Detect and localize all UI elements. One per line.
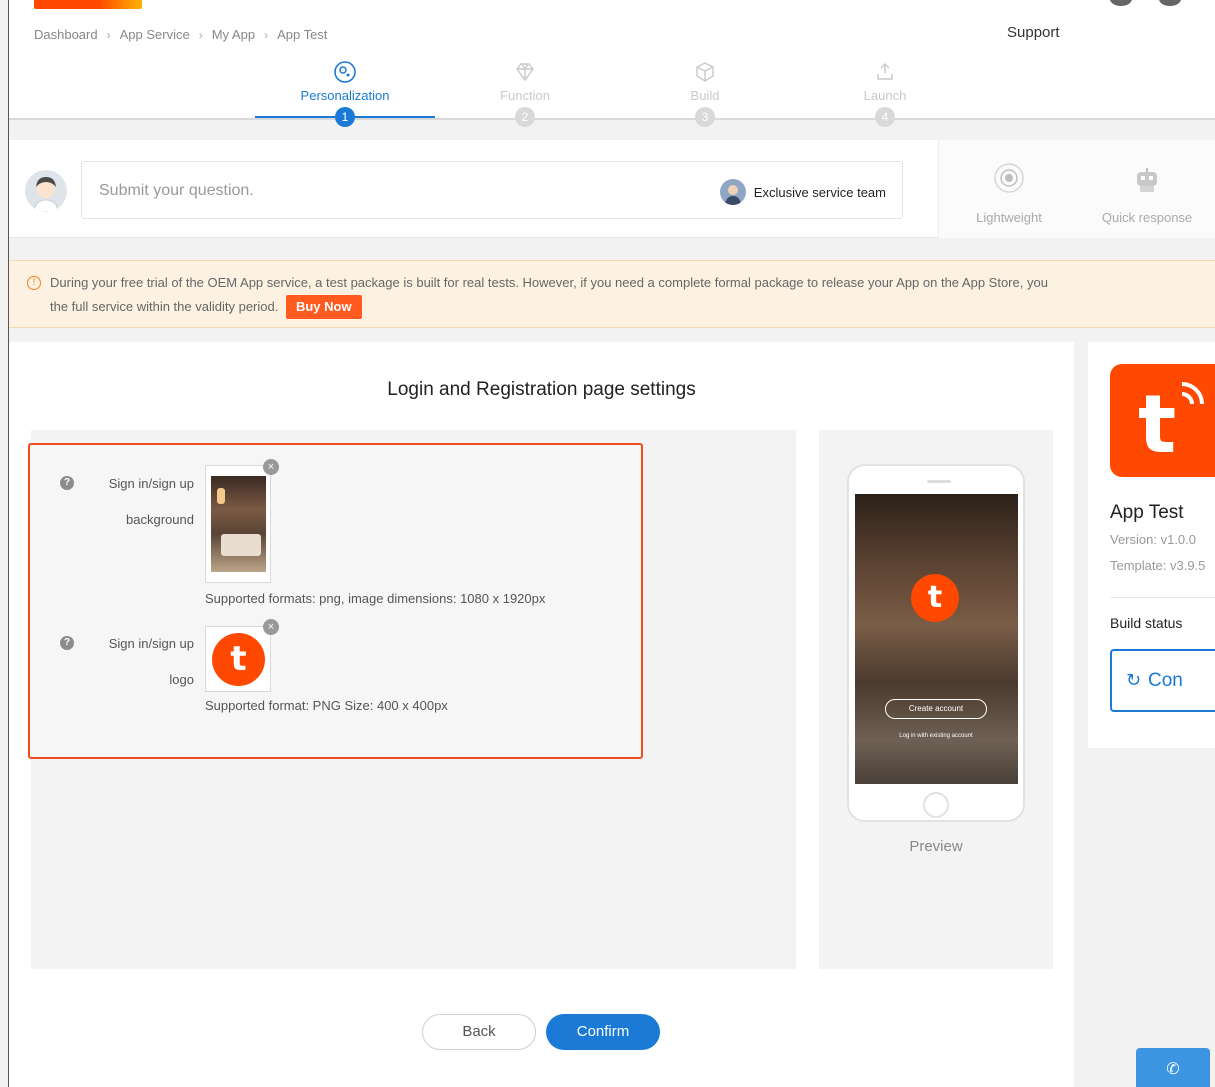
- warning-icon: !: [27, 276, 41, 290]
- step-label: Function: [500, 88, 550, 103]
- robot-icon: [1127, 160, 1167, 200]
- continue-build-button[interactable]: ↻ Con: [1110, 649, 1215, 712]
- step-number: 4: [875, 107, 895, 127]
- notice-line-1: During your free trial of the OEM App se…: [50, 275, 1048, 290]
- contact-support-button[interactable]: ✆: [1136, 1048, 1210, 1087]
- confirm-button[interactable]: Confirm: [546, 1014, 660, 1050]
- logo-image-upload[interactable]: t: [205, 626, 271, 692]
- question-placeholder: Submit your question.: [99, 182, 254, 199]
- step-number: 2: [515, 107, 535, 127]
- brand-logo[interactable]: [34, 0, 142, 9]
- build-status-label: Build status: [1110, 615, 1183, 631]
- app-template: Template: v3.9.5: [1110, 558, 1206, 573]
- exclusive-service-link[interactable]: Exclusive service team: [719, 179, 886, 205]
- thumbnail-lamp: [217, 488, 225, 504]
- background-image-upload[interactable]: [205, 465, 271, 583]
- breadcrumb-dashboard[interactable]: Dashboard: [34, 27, 98, 42]
- breadcrumb-current: App Test: [277, 27, 328, 42]
- step-number: 1: [335, 107, 355, 127]
- feature-lightweight: Lightweight: [949, 160, 1069, 225]
- buy-now-button[interactable]: Buy Now: [285, 295, 362, 319]
- breadcrumb-app-service[interactable]: App Service: [120, 27, 190, 42]
- chevron-right-icon: ›: [198, 27, 203, 42]
- upload-icon: [873, 60, 897, 84]
- app-info-sidebar: t App Test Version: v1.0.0 Template: v3.…: [1088, 342, 1215, 748]
- breadcrumb: Dashboard › App Service › My App › App T…: [34, 27, 327, 42]
- box-icon: [693, 60, 717, 84]
- chevron-right-icon: ›: [264, 27, 269, 42]
- background-hint: Supported formats: png, image dimensions…: [205, 591, 546, 606]
- login-settings-group: ? Sign in/sign up background × Supported…: [28, 443, 643, 759]
- exclusive-service-label: Exclusive service team: [753, 184, 886, 200]
- preview-panel: t Create account Log in with existing ac…: [819, 430, 1053, 969]
- support-link[interactable]: Support: [1007, 24, 1060, 41]
- logo-hint: Supported format: PNG Size: 400 x 400px: [205, 698, 448, 713]
- background-label-1: Sign in/sign up: [108, 476, 194, 491]
- step-function[interactable]: Function 2: [435, 52, 615, 127]
- target-icon: [989, 160, 1029, 200]
- step-launch[interactable]: Launch 4: [795, 52, 975, 127]
- preview-create-account: Create account: [885, 699, 987, 719]
- preview-screen: t Create account Log in with existing ac…: [855, 494, 1018, 784]
- background-image-thumbnail: [211, 476, 266, 572]
- step-personalization[interactable]: Personalization 1: [255, 52, 435, 127]
- phone-mockup: t Create account Log in with existing ac…: [847, 464, 1025, 822]
- diamond-icon: [513, 60, 537, 84]
- preview-login-text: Log in with existing account: [899, 733, 973, 739]
- step-number: 3: [695, 107, 715, 127]
- svg-text:t: t: [1138, 378, 1176, 471]
- continue-build-label: Con: [1148, 670, 1183, 691]
- logo-label-2: logo: [169, 672, 194, 687]
- trial-notice: ! During your free trial of the OEM App …: [9, 260, 1215, 328]
- help-icon[interactable]: ?: [60, 476, 74, 490]
- phone-chat-icon: ✆: [1166, 1061, 1180, 1078]
- chevron-right-icon: ›: [106, 27, 111, 42]
- app-name: App Test: [1110, 502, 1184, 523]
- step-label: Build: [690, 88, 720, 103]
- feature-quick-response: Quick response: [1087, 160, 1207, 225]
- question-input[interactable]: Submit your question. Exclusive service …: [81, 161, 903, 219]
- app-logo: t: [1110, 364, 1215, 477]
- main-panel: Login and Registration page settings ? S…: [9, 342, 1074, 1087]
- divider: [1110, 597, 1215, 598]
- preview-label: Preview: [909, 838, 963, 855]
- palette-icon: [333, 60, 357, 84]
- background-label-2: background: [126, 512, 194, 527]
- step-label: Personalization: [300, 88, 390, 103]
- step-build[interactable]: Build 3: [615, 52, 795, 127]
- phone-speaker: [927, 480, 951, 483]
- feature-label: Quick response: [1101, 210, 1193, 225]
- refresh-icon: ↻: [1126, 670, 1142, 690]
- back-button[interactable]: Back: [422, 1014, 536, 1050]
- support-avatar: [25, 170, 67, 212]
- logo-label-1: Sign in/sign up: [108, 636, 194, 651]
- help-icon[interactable]: ?: [60, 636, 74, 650]
- remove-background-icon[interactable]: ×: [263, 459, 279, 475]
- step-label: Launch: [863, 88, 907, 103]
- agent-avatar: [719, 179, 746, 205]
- question-bar: Submit your question. Exclusive service …: [9, 140, 1215, 238]
- tuya-logo-icon: t: [911, 574, 959, 622]
- notice-line-2-text: the full service within the validity per…: [50, 299, 279, 314]
- phone-home-button: [923, 792, 949, 818]
- app-version: Version: v1.0.0: [1110, 532, 1196, 547]
- tuya-logo-icon: t: [212, 633, 265, 686]
- step-progress: Personalization 1 Function 2 Build 3 Lau…: [9, 52, 1215, 127]
- page-title: Login and Registration page settings: [387, 379, 696, 400]
- feature-label: Lightweight: [976, 210, 1042, 225]
- notice-line-2: the full service within the validity per…: [50, 295, 362, 319]
- breadcrumb-my-app[interactable]: My App: [212, 27, 255, 42]
- feature-highlights: Lightweight Quick response: [938, 140, 1215, 238]
- remove-logo-icon[interactable]: ×: [263, 619, 279, 635]
- thumbnail-bed: [221, 534, 261, 556]
